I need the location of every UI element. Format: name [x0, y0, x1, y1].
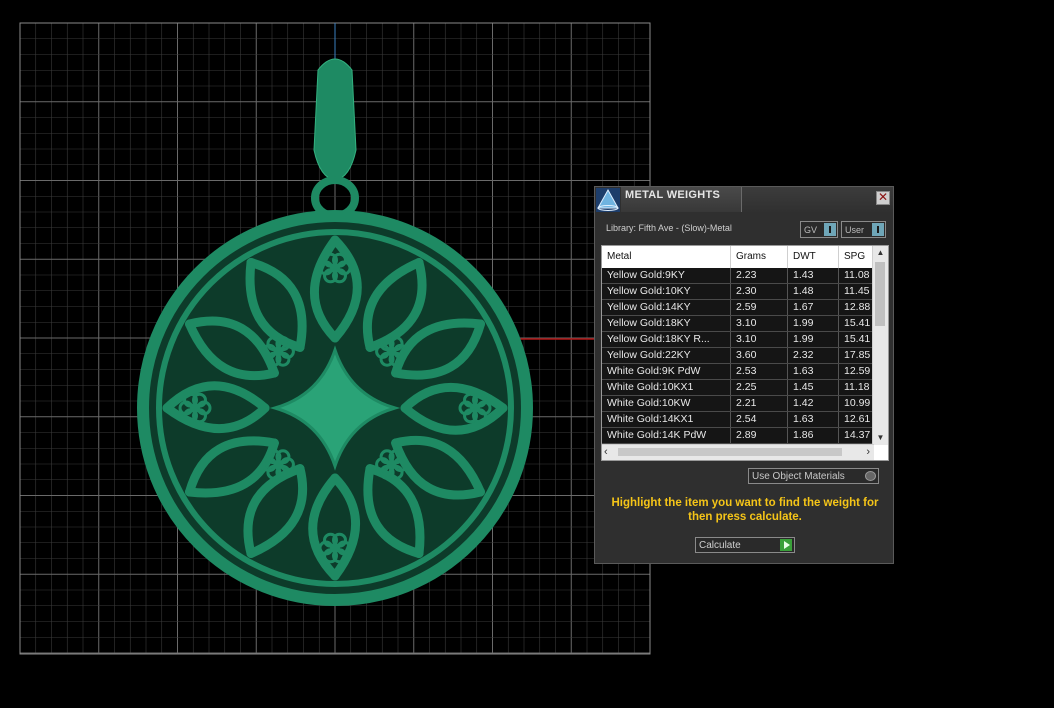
cell-metal: Yellow Gold:18KY [602, 316, 731, 331]
cell-dwt: 1.99 [788, 316, 839, 331]
viewport-canvas[interactable] [0, 0, 1054, 708]
cell-dwt: 1.63 [788, 412, 839, 427]
cell-metal: Yellow Gold:14KY [602, 300, 731, 315]
cell-spg: 11.08 [844, 269, 870, 281]
toggle-knob-icon [872, 223, 884, 236]
chevron-up-icon[interactable]: ▲ [873, 246, 888, 260]
chevron-right-icon[interactable]: › [866, 445, 870, 459]
toggle-knob-icon [824, 223, 836, 236]
cell-grams: 2.21 [731, 396, 788, 411]
table-row[interactable]: Yellow Gold:14KY 2.59 1.67 12.88 [602, 300, 874, 316]
use-object-materials-toggle[interactable]: Use Object Materials [748, 468, 879, 484]
table-row[interactable]: Yellow Gold:18KY 3.10 1.99 15.41 [602, 316, 874, 332]
chevron-left-icon[interactable]: ‹ [604, 445, 608, 459]
radio-knob-icon [865, 471, 876, 481]
cell-dwt: 1.48 [788, 284, 839, 299]
cell-grams: 3.10 [731, 332, 788, 347]
table-row[interactable]: White Gold:9K PdW 2.53 1.63 12.59 [602, 364, 874, 380]
cell-dwt: 1.67 [788, 300, 839, 315]
vertical-scrollbar[interactable]: ▲ ▼ [872, 246, 888, 445]
cell-spg: 15.41 [844, 317, 871, 329]
cell-grams: 2.23 [731, 268, 788, 283]
cell-spg: 17.85 [844, 349, 871, 361]
title-bar-fill [742, 187, 893, 212]
cell-grams: 2.53 [731, 364, 788, 379]
cell-grams: 2.54 [731, 412, 788, 427]
cell-grams: 2.30 [731, 284, 788, 299]
table-row[interactable]: White Gold:10KW 2.21 1.42 10.99 [602, 396, 874, 412]
cell-dwt: 1.43 [788, 268, 839, 283]
metal-table[interactable]: Metal Grams DWT SPG Yellow Gold:9KY 2.23 1… [601, 245, 889, 461]
table-row[interactable]: Yellow Gold:22KY 3.60 2.32 17.85 [602, 348, 874, 364]
cell-dwt: 1.45 [788, 380, 839, 395]
cell-dwt: 1.63 [788, 364, 839, 379]
cell-spg: 12.61 [844, 413, 871, 425]
cell-dwt: 1.86 [788, 428, 839, 443]
column-header-grams[interactable]: Grams [731, 246, 788, 268]
cell-metal: White Gold:14KX1 [602, 412, 731, 427]
column-header-dwt[interactable]: DWT [788, 246, 839, 268]
table-row[interactable]: White Gold:14KX1 2.54 1.63 12.61 [602, 412, 874, 428]
cell-metal: White Gold:10KW [602, 396, 731, 411]
cell-spg: 12.59 [844, 365, 871, 377]
cell-grams: 2.25 [731, 380, 788, 395]
cell-metal: White Gold:9K PdW [602, 364, 731, 379]
table-row[interactable]: Yellow Gold:18KY R... 3.10 1.99 15.41 [602, 332, 874, 348]
user-toggle-label: User [845, 225, 865, 235]
cell-grams: 2.59 [731, 300, 788, 315]
pendant-bail [313, 58, 357, 181]
chevron-down-icon[interactable]: ▼ [873, 431, 888, 445]
vertical-scroll-thumb[interactable] [875, 262, 885, 326]
user-toggle[interactable]: User [841, 221, 886, 238]
cell-metal: Yellow Gold:10KY [602, 284, 731, 299]
cell-spg: 11.45 [844, 285, 870, 297]
cell-grams: 3.10 [731, 316, 788, 331]
table-row[interactable]: Yellow Gold:9KY 2.23 1.43 11.08 [602, 268, 874, 284]
metal-weights-panel[interactable]: METAL WEIGHTS ✕ Library: Fifth Ave - (Sl… [594, 186, 894, 564]
cell-dwt: 2.32 [788, 348, 839, 363]
cell-metal: White Gold:10KX1 [602, 380, 731, 395]
cell-metal: Yellow Gold:22KY [602, 348, 731, 363]
table-body: Yellow Gold:9KY 2.23 1.43 11.08 Yellow Gold:… [602, 268, 874, 444]
table-header: Metal Grams DWT SPG [602, 246, 874, 268]
play-arrow-icon [780, 539, 792, 551]
cell-grams: 3.60 [731, 348, 788, 363]
cell-metal: Yellow Gold:9KY [602, 268, 731, 283]
panel-title: METAL WEIGHTS [625, 189, 721, 201]
use-object-materials-label: Use Object Materials [752, 471, 845, 482]
cell-spg: 10.99 [844, 397, 871, 409]
library-label: Library: Fifth Ave - (Slow)-Metal [606, 223, 732, 233]
pendant-model[interactable] [137, 58, 533, 606]
3d-viewport[interactable] [0, 0, 1054, 708]
cell-spg: 11.18 [844, 381, 870, 393]
table-row[interactable]: Yellow Gold:10KY 2.30 1.48 11.45 [602, 284, 874, 300]
cell-spg: 12.88 [844, 301, 871, 313]
cell-dwt: 1.99 [788, 332, 839, 347]
close-icon[interactable]: ✕ [876, 191, 890, 205]
cell-metal: Yellow Gold:18KY R... [602, 332, 731, 347]
gv-toggle[interactable]: GV [800, 221, 838, 238]
cell-spg: 14.37 [844, 429, 871, 441]
calculate-label: Calculate [699, 540, 741, 551]
instruction-text: Highlight the item you want to find the … [611, 497, 879, 523]
table-row[interactable]: White Gold:10KX1 2.25 1.45 11.18 [602, 380, 874, 396]
cell-spg: 15.41 [844, 333, 871, 345]
gv-toggle-label: GV [804, 225, 818, 235]
horizontal-scrollbar[interactable]: ‹ › [602, 444, 874, 460]
table-row[interactable]: White Gold:14K PdW 2.89 1.86 14.37 [602, 428, 874, 444]
panel-title-tab: METAL WEIGHTS [621, 187, 742, 212]
calculate-button[interactable]: Calculate [695, 537, 795, 553]
cell-dwt: 1.42 [788, 396, 839, 411]
horizontal-scroll-thumb[interactable] [618, 448, 842, 456]
column-header-metal[interactable]: Metal [602, 246, 731, 268]
panel-title-bar[interactable]: METAL WEIGHTS ✕ [595, 187, 893, 212]
pyramid-logo-icon [596, 188, 620, 212]
cell-metal: White Gold:14K PdW [602, 428, 731, 443]
cell-grams: 2.89 [731, 428, 788, 443]
